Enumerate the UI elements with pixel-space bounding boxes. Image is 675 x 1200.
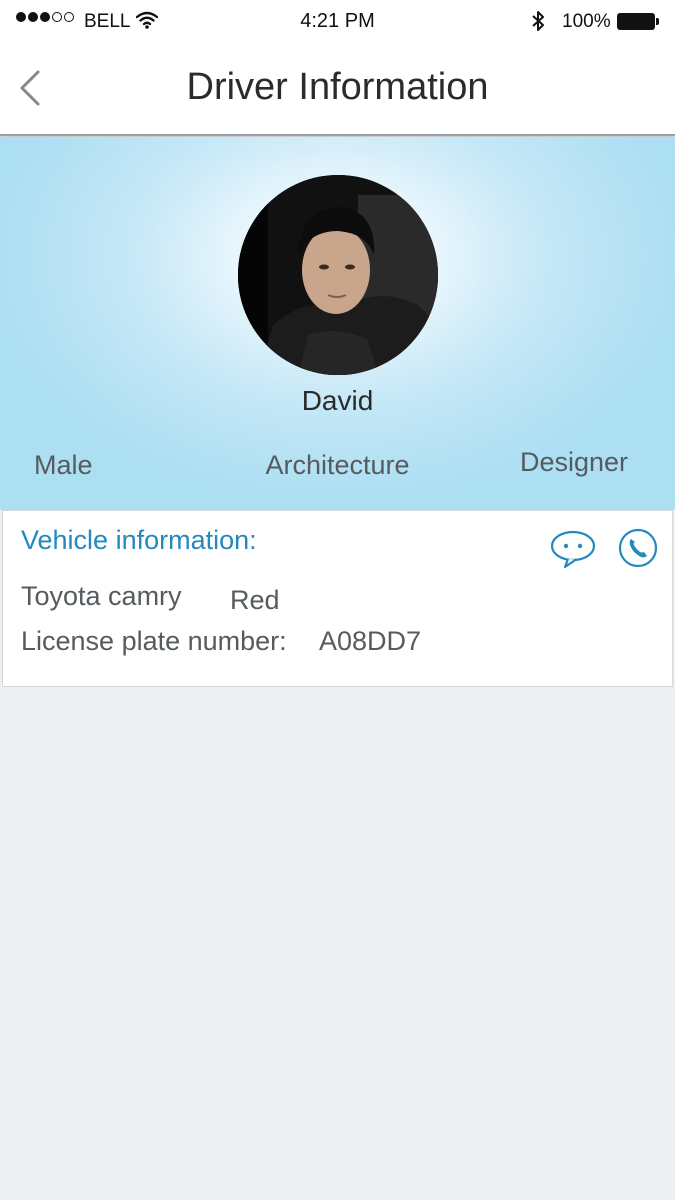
battery-percentage: 100% [562,11,611,32]
vehicle-info-heading: Vehicle information: [21,525,257,555]
battery-icon [617,13,659,30]
driver-profile-header: David Male Architecture Designer [0,137,675,510]
vehicle-color: Red [230,585,280,615]
vehicle-info-card: Vehicle information: Toyota camry Red Li… [2,510,673,687]
bluetooth-icon [532,11,544,31]
message-button[interactable] [549,529,597,571]
driver-info-screen: BELL 4:21 PM 100% Driver Information Dav… [0,0,675,1200]
vehicle-model: Toyota camry [21,581,182,611]
plate-value: A08DD7 [319,626,422,656]
page-title: Driver Information [186,66,489,108]
driver-name: David [301,385,374,416]
avatar [238,175,438,375]
phone-icon [618,528,658,568]
call-button[interactable] [618,528,658,568]
plate-label: License plate number: [21,626,287,656]
status-bar: BELL 4:21 PM 100% [0,0,675,44]
driver-occupation: Designer [520,447,629,477]
message-icon [550,530,596,569]
navigation-bar: Driver Information [0,44,675,136]
